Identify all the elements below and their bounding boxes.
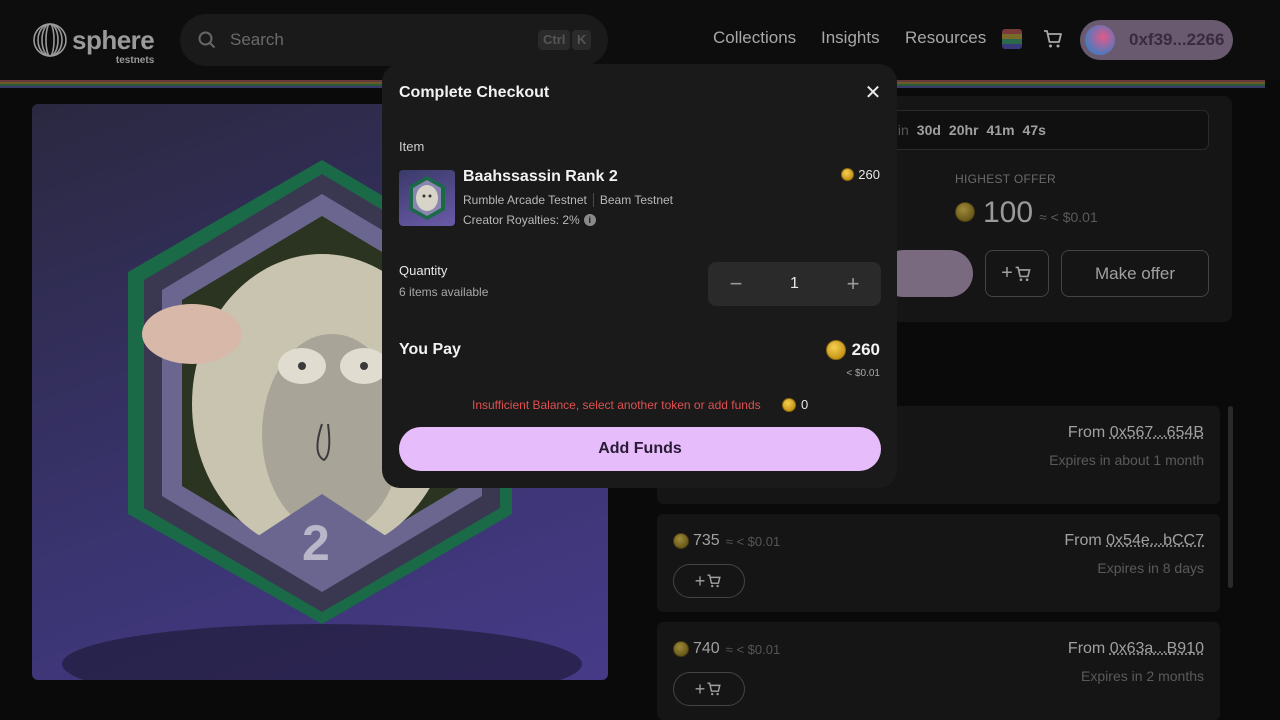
shortcut-key-ctrl: Ctrl	[538, 30, 571, 50]
coin-icon	[841, 168, 855, 181]
modal-title: Complete Checkout	[399, 84, 550, 101]
search-input[interactable]	[230, 30, 510, 50]
listing-from-address[interactable]: 0x63a...B910	[1110, 640, 1204, 657]
item-thumbnail	[399, 170, 455, 226]
add-to-cart-button[interactable]: +	[985, 250, 1049, 297]
coin-icon	[955, 202, 975, 222]
listing-price-usd: ≈ < $0.01	[725, 641, 781, 657]
timer-seconds: 47s	[1022, 122, 1046, 138]
wallet-address: 0xf39...2266	[1129, 30, 1225, 49]
listing-price: 735 ≈ < $0.01	[673, 532, 780, 550]
listing-row: 740 ≈ < $0.01 From 0x63a...B910 Expires i…	[657, 622, 1220, 720]
item-collection: Rumble Arcade Testnet Beam Testnet	[463, 193, 673, 207]
you-pay-amount: 260	[851, 340, 880, 359]
highest-offer-usd: ≈ < $0.01	[1039, 209, 1098, 225]
quantity-value[interactable]: 1	[764, 275, 825, 293]
item-price: 260	[841, 167, 880, 182]
timer-days: 30d	[916, 122, 941, 138]
listing-add-to-cart-button[interactable]: +	[673, 564, 745, 598]
wallet-avatar	[1085, 25, 1115, 55]
timer-minutes: 41m	[986, 122, 1015, 138]
item-price-value: 260	[858, 167, 880, 182]
sale-timer: s in 30d 20hr 41m 47s	[886, 110, 1209, 150]
token-balance[interactable]: 0	[782, 397, 808, 412]
coin-icon	[673, 641, 689, 657]
creator-royalties: Creator Royalties: 2% i	[463, 213, 596, 227]
checkout-modal: Complete Checkout ✕ Item Baahssassin Ran…	[382, 64, 897, 488]
logo-subtitle: testnets	[115, 55, 155, 66]
cart-icon	[707, 574, 721, 588]
listing-expiry: Expires in 8 days	[1097, 560, 1204, 576]
search-icon	[198, 31, 216, 49]
royalties-text: Creator Royalties: 2%	[463, 213, 580, 227]
add-funds-button[interactable]: Add Funds	[399, 427, 881, 471]
highest-offer-amount: 100	[983, 196, 1034, 229]
sphere-logo-icon	[33, 23, 67, 57]
listing-from-label: From	[1067, 424, 1106, 441]
collection-name[interactable]: Rumble Arcade Testnet	[463, 193, 587, 207]
listing-add-to-cart-button[interactable]: +	[673, 672, 745, 706]
listing-from-address[interactable]: 0x567...654B	[1110, 424, 1204, 441]
search-bar[interactable]: Ctrl K	[180, 14, 608, 66]
listing-from: From 0x567...654B	[1068, 424, 1204, 442]
listing-price-value: 735	[693, 532, 720, 549]
coin-icon	[673, 533, 689, 549]
listing-from: From 0x63a...B910	[1068, 640, 1204, 658]
divider	[592, 193, 594, 207]
shortcut-key-k: K	[572, 30, 592, 50]
listing-from-address[interactable]: 0x54e...bCC7	[1106, 532, 1204, 549]
listing-price-usd: ≈ < $0.01	[725, 533, 781, 549]
highest-offer-label: HIGHEST OFFER	[955, 172, 1057, 186]
item-name: Baahssassin Rank 2	[463, 168, 618, 185]
listing-row: 735 ≈ < $0.01 From 0x54e...bCC7 Expires i…	[657, 514, 1220, 612]
insufficient-balance-warning: Insufficient Balance, select another tok…	[472, 398, 761, 412]
info-icon[interactable]: i	[583, 214, 596, 226]
you-pay-label: You Pay	[399, 341, 461, 358]
listing-from: From 0x54e...bCC7	[1064, 532, 1204, 550]
cart-icon	[707, 682, 721, 696]
item-label: Item	[399, 139, 425, 154]
balance-value: 0	[801, 397, 809, 412]
cart-icon[interactable]	[1042, 28, 1064, 50]
make-offer-button[interactable]: Make offer	[1061, 250, 1209, 297]
nav-collections[interactable]: Collections	[713, 28, 796, 48]
listing-price-value: 740	[693, 640, 720, 657]
listing-expiry: Expires in about 1 month	[1049, 452, 1204, 468]
page: sphere testnets Ctrl K Collections Insig…	[0, 0, 1280, 720]
plus-icon[interactable]: +	[825, 262, 881, 306]
you-pay-usd: < $0.01	[846, 368, 880, 379]
quantity-label: Quantity	[399, 263, 448, 278]
listing-price: 740 ≈ < $0.01	[673, 640, 780, 658]
flag-icon[interactable]	[1002, 29, 1022, 49]
close-icon[interactable]: ✕	[864, 83, 882, 103]
plus-icon: +	[1001, 262, 1013, 284]
listing-from-label: From	[1067, 640, 1106, 657]
wallet-button[interactable]: 0xf39...2266	[1080, 20, 1233, 60]
logo-name: sphere	[72, 25, 155, 55]
timer-hours: 20hr	[948, 122, 979, 138]
nav-insights[interactable]: Insights	[821, 28, 880, 48]
item-thumbnail-art	[409, 176, 445, 220]
nft-rank-number: 2	[302, 515, 330, 571]
highest-offer-value: 100 ≈ < $0.01	[955, 196, 1098, 230]
cart-icon	[1015, 266, 1031, 281]
quantity-stepper: − 1 +	[708, 262, 881, 306]
nav-resources[interactable]: Resources	[905, 28, 986, 48]
quantity-available: 6 items available	[399, 285, 489, 299]
coin-icon	[782, 397, 796, 412]
coin-icon	[825, 340, 846, 360]
listing-expiry: Expires in 2 months	[1081, 668, 1204, 684]
minus-icon[interactable]: −	[708, 262, 764, 306]
logo[interactable]: sphere testnets	[32, 22, 155, 66]
you-pay-value: 260	[825, 340, 880, 360]
listings-scrollbar[interactable]	[1228, 406, 1233, 588]
listing-from-label: From	[1064, 532, 1102, 549]
network-name: Beam Testnet	[599, 193, 674, 207]
